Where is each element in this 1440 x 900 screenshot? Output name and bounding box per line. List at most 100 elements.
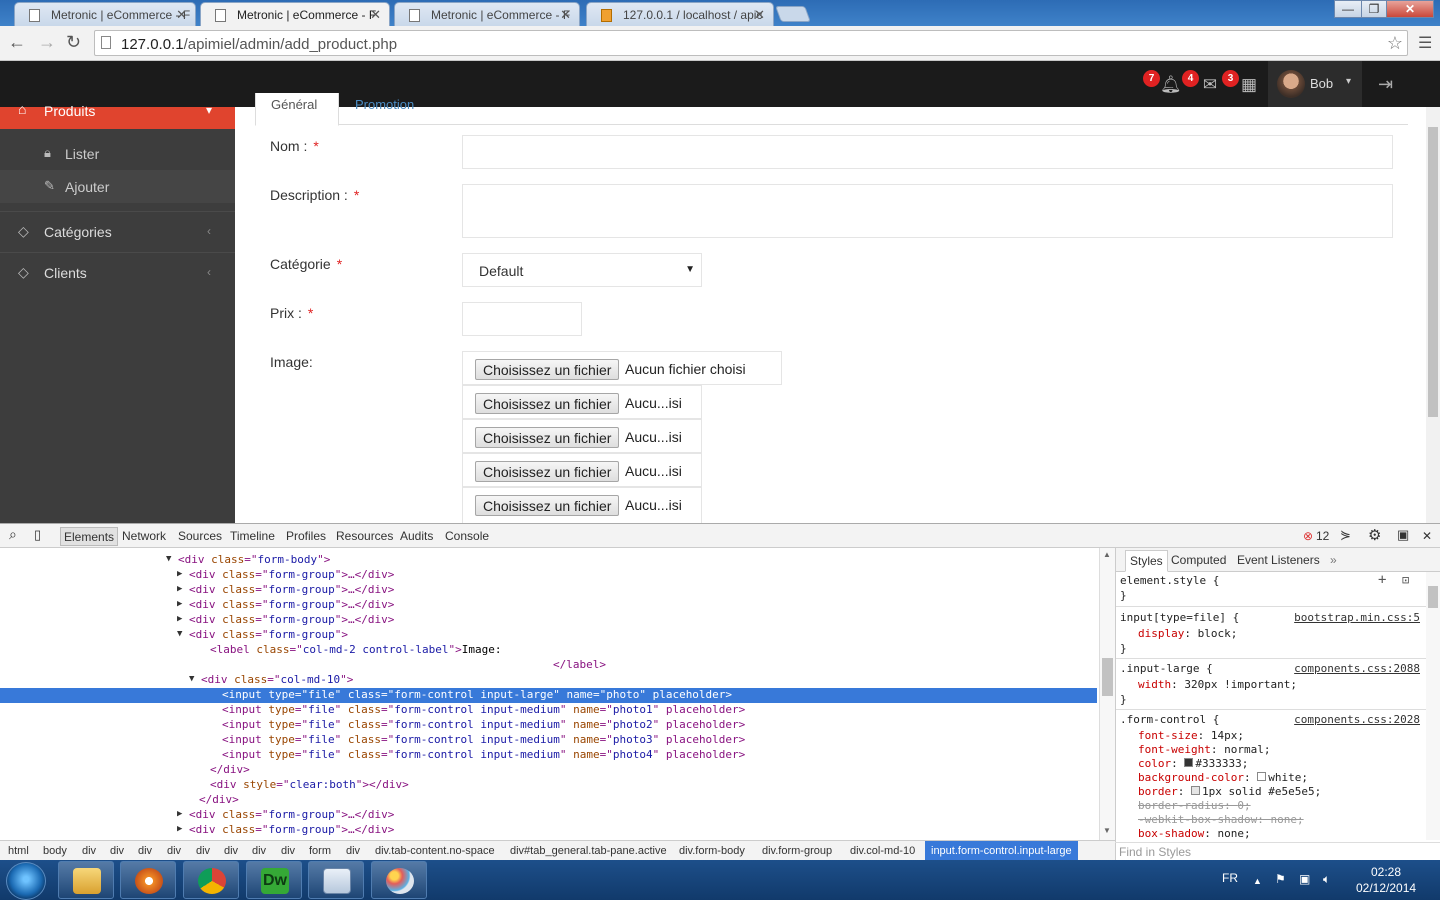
scroll-up-icon[interactable]: ▲ [1103,550,1111,559]
breadcrumb-item[interactable]: div [252,845,266,857]
color-swatch[interactable] [1257,772,1267,781]
browser-tab[interactable]: Metronic | eCommerce - F ✕ [394,2,580,26]
error-icon[interactable]: ⊗ [1303,529,1313,543]
scrollbar-thumb[interactable] [1428,586,1438,608]
breadcrumb-item[interactable]: div.tab-content.no-space [375,845,495,857]
categorie-select[interactable]: Default ▼ [462,253,702,287]
add-rule-icon[interactable]: + [1378,572,1386,588]
taskbar-media-player[interactable] [120,861,176,899]
show-hidden-icons-icon[interactable]: ▲ [1253,876,1262,886]
sidebar-item-clients[interactable]: ◇ Clients ‹ [0,252,235,292]
clock-date[interactable]: 02/12/2014 [1356,881,1416,895]
scroll-down-icon[interactable]: ▼ [1103,826,1111,835]
photo1-file-input[interactable]: Choisissez un fichier Aucu...isi [462,385,702,419]
collapsed-triangle-icon[interactable]: ▶ [177,824,182,834]
tab-resources[interactable]: Resources [336,529,393,543]
css-declaration[interactable]: display: block; [1138,627,1237,640]
forward-icon[interactable]: → [38,32,56,53]
taskbar-paint[interactable] [371,861,427,899]
photo2-file-input[interactable]: Choisissez un fichier Aucu...isi [462,419,702,453]
breadcrumb-item-active[interactable]: input.form-control.input-large [925,841,1078,860]
tab-network[interactable]: Network [122,529,166,543]
choose-file-button[interactable]: Choisissez un fichier [475,461,620,482]
collapsed-triangle-icon[interactable]: ▶ [177,599,182,609]
expanded-triangle-icon[interactable]: ▼ [166,554,171,564]
sidebar-subitem-lister[interactable]: 🔒︎ Lister [0,137,235,170]
browser-tab-active[interactable]: Metronic | eCommerce - F ✕ [200,2,390,27]
sidebar-subitem-ajouter[interactable]: ✎ Ajouter [0,170,235,203]
start-button[interactable] [6,862,46,900]
nom-input[interactable] [462,135,1393,169]
action-center-flag-icon[interactable]: ⚑ [1275,872,1286,886]
user-menu[interactable]: Bob ▾ [1268,61,1362,107]
css-declaration[interactable]: width: 320px !important; [1138,678,1297,691]
description-textarea[interactable] [462,184,1393,238]
tab-computed[interactable]: Computed [1171,553,1226,567]
language-indicator[interactable]: FR [1222,871,1238,885]
color-swatch[interactable] [1191,786,1200,795]
taskbar-explorer[interactable] [58,861,114,899]
taskbar-chrome[interactable] [183,861,239,899]
choose-file-button[interactable]: Choisissez un fichier [475,427,620,448]
sidebar-item-produits[interactable]: ⌂ Produits ▾ [0,101,235,129]
dock-icon[interactable]: ▣ [1397,527,1409,543]
toggle-state-icon[interactable]: ⊡ [1402,573,1409,587]
chrome-menu-icon[interactable]: ☰ [1418,33,1432,53]
choose-file-button[interactable]: Choisissez un fichier [475,393,620,414]
css-declaration[interactable]: border: 1px solid #e5e5e5; [1138,785,1321,798]
rule-source-link[interactable]: components.css:2088 [1294,662,1420,675]
collapsed-triangle-icon[interactable]: ▶ [177,584,182,594]
taskbar-notepad[interactable] [308,861,364,899]
tab-close-icon[interactable]: ✕ [176,7,187,23]
breadcrumb-item[interactable]: div [82,845,96,857]
breadcrumb-item[interactable]: form [309,845,331,857]
collapsed-triangle-icon[interactable]: ▶ [177,614,182,624]
css-declaration[interactable]: font-size: 14px; [1138,729,1244,742]
css-declaration[interactable]: font-weight: normal; [1138,743,1270,756]
taskbar-dreamweaver[interactable]: Dw [246,861,302,899]
bookmark-star-icon[interactable]: ☆ [1387,33,1403,54]
tab-audits[interactable]: Audits [400,529,433,543]
photo-file-input[interactable]: Choisissez un fichier Aucun fichier choi… [462,351,782,385]
more-tabs-icon[interactable]: » [1330,553,1337,567]
photo4-file-input[interactable]: Choisissez un fichier Aucu...isi [462,487,702,523]
breadcrumb-item[interactable]: div.form-body [679,845,745,857]
photo3-file-input[interactable]: Choisissez un fichier Aucu...isi [462,453,702,487]
gear-icon[interactable]: ⚙ [1368,526,1381,544]
tab-close-icon[interactable]: ✕ [560,7,571,23]
breadcrumb-item[interactable]: html [8,845,29,857]
breadcrumb-item[interactable]: div [196,845,210,857]
logout-icon[interactable]: ⇥ [1378,74,1393,95]
breadcrumb-item[interactable]: div.form-group [762,845,832,857]
breadcrumb-item[interactable]: div [224,845,238,857]
maximize-button[interactable]: ❐ [1361,0,1387,18]
scrollbar-thumb[interactable] [1428,127,1438,417]
tab-timeline[interactable]: Timeline [230,529,275,543]
address-bar[interactable]: 127.0.0.1/apimiel/admin/add_product.php … [94,30,1408,56]
styles-scrollbar[interactable] [1426,572,1440,840]
minimize-button[interactable]: — [1334,0,1362,18]
rule-source-link[interactable]: bootstrap.min.css:5 [1294,611,1420,624]
prix-input[interactable] [462,302,582,336]
rule-source-link[interactable]: components.css:2028 [1294,713,1420,726]
scrollbar-thumb[interactable] [1102,658,1113,696]
tab-promotion[interactable]: Promotion [355,97,414,112]
tab-general[interactable]: Général [255,93,339,126]
inspect-search-icon[interactable]: ⌕ [9,526,17,543]
back-icon[interactable]: ← [8,32,26,53]
calendar-icon[interactable]: ▦ [1239,75,1259,95]
tab-elements[interactable]: Elements [60,527,119,546]
browser-tab[interactable]: Metronic | eCommerce - F ✕ [14,2,196,26]
choose-file-button[interactable]: Choisissez un fichier [475,495,620,516]
close-icon[interactable]: ✕ [1422,529,1432,543]
breadcrumb-item[interactable]: div.col-md-10 [850,845,915,857]
choose-file-button[interactable]: Choisissez un fichier [475,359,620,380]
css-declaration[interactable]: border-radius: 0; [1138,799,1251,812]
expanded-triangle-icon[interactable]: ▼ [189,674,194,684]
console-drawer-icon[interactable]: ⋟ [1340,527,1351,543]
css-declaration[interactable]: box-shadow: none; [1138,827,1251,840]
clock-time[interactable]: 02:28 [1371,865,1401,879]
css-declaration[interactable]: background-color: white; [1138,771,1308,784]
envelope-icon[interactable]: ✉ [1200,75,1220,95]
breadcrumb-item[interactable]: body [43,845,67,857]
